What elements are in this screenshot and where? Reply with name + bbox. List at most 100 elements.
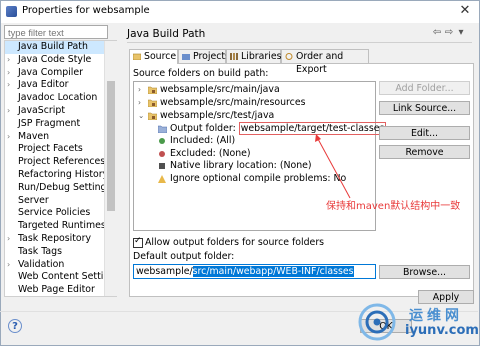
projects-tab-icon xyxy=(182,54,190,60)
nav-item-label: Targeted Runtimes xyxy=(18,220,106,232)
expand-arrow-icon[interactable]: › xyxy=(7,233,15,246)
tab-source-label: Source xyxy=(144,51,177,62)
title-bar: Properties for websample ✕ xyxy=(1,1,479,23)
tree-row-label: websample/src/main/java xyxy=(160,84,280,95)
nav-item[interactable]: Run/Debug Settings xyxy=(5,182,116,195)
tab-projects-label: Projects xyxy=(193,51,230,62)
nav-item[interactable]: › Maven xyxy=(5,131,116,144)
source-folders-label: Source folders on build path: xyxy=(133,68,269,79)
expand-arrow-icon[interactable]: › xyxy=(7,67,15,80)
nav-item-label: Project References xyxy=(18,156,106,168)
source-tab-icon xyxy=(133,53,141,60)
tree-expand-icon[interactable]: ⌄ xyxy=(138,110,146,122)
tree-row-text: websample/src/main/resources xyxy=(160,97,306,109)
expand-arrow-icon[interactable]: › xyxy=(7,259,15,272)
nav-item-label: Project Facets xyxy=(18,143,83,155)
tab-libraries[interactable]: Libraries xyxy=(226,49,282,63)
nav-item[interactable]: Project Facets xyxy=(5,143,116,156)
nav-item[interactable]: Task Tags xyxy=(5,246,116,259)
annotation-text: 保持和maven默认结构中一致 xyxy=(326,201,461,212)
source-folder-icon xyxy=(147,86,158,95)
tree-row-text: Native library location: (None) xyxy=(170,160,312,172)
nav-item-label: Java Editor xyxy=(18,79,69,91)
apply-button[interactable]: Apply xyxy=(418,290,474,304)
output-folder-value: websample/target/test-classes xyxy=(238,122,387,135)
nav-item[interactable]: Java Build Path xyxy=(5,41,116,54)
add-folder-button[interactable]: Add Folder... xyxy=(379,81,470,95)
tab-source[interactable]: Source xyxy=(129,49,178,64)
nav-item-label: JavaScript xyxy=(18,104,65,116)
watermark-logo-icon xyxy=(358,303,396,341)
nav-scrollbar-thumb[interactable] xyxy=(107,81,115,211)
nav-item-label: JSP Fragment xyxy=(18,117,81,129)
nav-item[interactable]: Server xyxy=(5,195,116,208)
page-header-buttons: ⇦ ⇨ ▾ xyxy=(432,27,468,38)
preference-page-list: Java Build Path › Java Code Style › Java Com… xyxy=(4,40,117,297)
close-button[interactable]: ✕ xyxy=(457,3,473,19)
nav-item[interactable]: Refactoring History xyxy=(5,169,116,182)
nav-item-label: Web Content Setting xyxy=(18,271,116,283)
default-output-field[interactable]: websample/src/main/webapp/WEB-INF/classe… xyxy=(133,264,376,279)
nav-item[interactable]: › JavaScript xyxy=(5,105,116,118)
nav-item-label: Maven xyxy=(18,130,50,142)
tab-order-export[interactable]: Order and Export xyxy=(281,49,369,75)
menu-icon[interactable]: ▾ xyxy=(456,27,468,38)
tree-row-text: websample/src/test/java xyxy=(160,110,274,122)
expand-arrow-icon[interactable]: › xyxy=(7,105,15,118)
edit-button[interactable]: Edit... xyxy=(379,126,470,140)
tree-row-label: Included: (All) xyxy=(170,135,236,146)
back-icon[interactable]: ⇦ xyxy=(432,27,444,38)
help-icon[interactable]: ? xyxy=(8,319,22,333)
forward-icon[interactable]: ⇨ xyxy=(444,27,456,38)
tab-projects[interactable]: Projects xyxy=(178,49,230,63)
tree-row-label: Output folder: xyxy=(170,123,236,134)
nav-item-label: Run/Debug Settings xyxy=(18,181,112,193)
nav-item-label: Task Repository xyxy=(18,232,92,244)
nav-item[interactable]: Javadoc Location xyxy=(5,92,116,105)
watermark-url: iyunv.com xyxy=(405,323,479,338)
nav-scrollbar[interactable] xyxy=(104,41,117,296)
nav-item-label: Refactoring History xyxy=(18,168,109,180)
excluded-icon xyxy=(158,150,167,158)
nav-item-label: Task Tags xyxy=(18,245,62,257)
expand-arrow-icon[interactable]: › xyxy=(7,131,15,144)
nav-item[interactable]: › Validation xyxy=(5,259,116,272)
filter-input[interactable] xyxy=(4,25,108,39)
remove-button[interactable]: Remove xyxy=(379,145,470,159)
tab-libraries-label: Libraries xyxy=(241,51,282,62)
nav-item[interactable]: JSP Fragment xyxy=(5,118,116,131)
expand-arrow-icon[interactable]: › xyxy=(7,79,15,92)
default-output-selection: src/main/webapp/WEB-INF/classes xyxy=(192,266,354,277)
checkbox-box[interactable] xyxy=(133,236,143,248)
nav-item[interactable]: › Java Editor xyxy=(5,79,116,92)
nav-item-label: Java Build Path xyxy=(18,41,88,52)
tree-expand-icon[interactable]: › xyxy=(138,97,146,109)
window-title: Properties for websample xyxy=(22,5,150,16)
nav-item[interactable]: Service Policies xyxy=(5,207,116,220)
browse-button[interactable]: Browse... xyxy=(379,265,470,279)
source-folder-icon xyxy=(147,99,158,108)
nav-item-label: Service Policies xyxy=(18,207,91,219)
tree-row-text: websample/src/main/java xyxy=(160,84,280,96)
watermark-cn: 运维网 xyxy=(409,308,463,324)
tree-row-text: Output folder: websample/target/test-cla… xyxy=(170,122,387,135)
tree-row-label: Native library location: (None) xyxy=(170,160,312,171)
tree-row-label: websample/src/main/resources xyxy=(160,97,306,108)
nav-item[interactable]: › Java Code Style xyxy=(5,54,116,67)
tree-row-label: Excluded: (None) xyxy=(170,148,251,159)
expand-arrow-icon[interactable]: › xyxy=(7,54,15,67)
nav-item[interactable]: › Java Compiler xyxy=(5,67,116,80)
nav-item[interactable]: Project References xyxy=(5,156,116,169)
libraries-tab-icon xyxy=(230,53,238,60)
source-folder-icon xyxy=(147,112,158,121)
nav-item[interactable]: Targeted Runtimes xyxy=(5,220,116,233)
link-source-button[interactable]: Link Source... xyxy=(379,101,470,115)
nav-item[interactable]: Web Content Setting xyxy=(5,271,116,284)
tree-row-label: Ignore optional compile problems: No xyxy=(170,173,347,184)
tree-row-text: Excluded: (None) xyxy=(170,148,251,160)
tree-row-text: Included: (All) xyxy=(170,135,235,147)
tree-expand-icon[interactable]: › xyxy=(138,84,146,96)
nav-item[interactable]: › Task Repository xyxy=(5,233,116,246)
default-output-prefix: websample/ xyxy=(136,266,193,277)
nav-item[interactable]: Web Page Editor xyxy=(5,284,116,296)
